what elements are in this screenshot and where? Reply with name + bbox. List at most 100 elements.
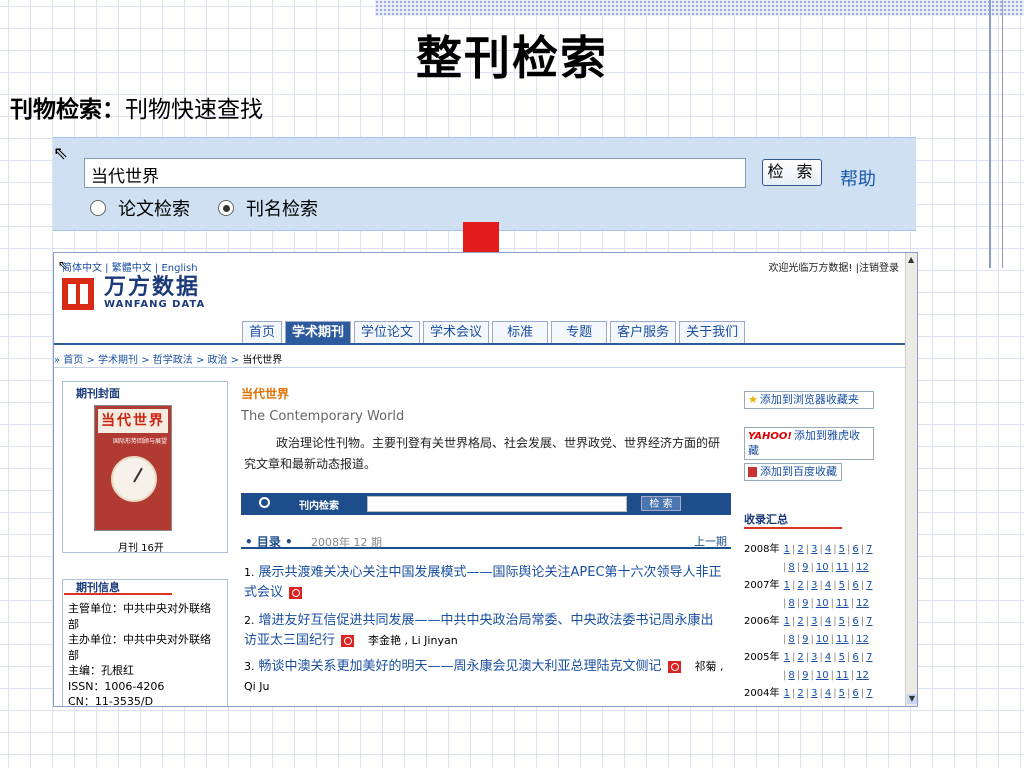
issue-link[interactable]: 3 bbox=[811, 544, 817, 555]
journal-cover-image[interactable]: 当代世界 国际形势回顾与展望 bbox=[94, 405, 172, 531]
issue-link[interactable]: 4 bbox=[825, 616, 831, 627]
issue-link[interactable]: 7 bbox=[866, 652, 872, 663]
issue-link[interactable]: 9 bbox=[802, 562, 808, 573]
issue-link[interactable]: 6 bbox=[852, 580, 858, 591]
inner-search-button[interactable]: 检 索 bbox=[641, 496, 681, 511]
article-item[interactable]: 3. 畅谈中澳关系更加美好的明天——周永康会见澳大利亚总理陆克文侧记 祁菊 , Qi… bbox=[244, 657, 724, 697]
issue-link[interactable]: 12 bbox=[856, 634, 869, 645]
issue-link[interactable]: 10 bbox=[816, 598, 829, 609]
issue-link[interactable]: 11 bbox=[836, 634, 849, 645]
issue-link[interactable]: 11 bbox=[836, 670, 849, 681]
issue-link[interactable]: 1 bbox=[784, 580, 790, 591]
year-row: 2008年 1 | 2 | 3 | 4 | 5 | 6 | 7 bbox=[744, 544, 873, 555]
search-button[interactable]: 检 索 bbox=[762, 159, 822, 186]
issue-link[interactable]: 2 bbox=[797, 544, 803, 555]
issue-link[interactable]: 4 bbox=[825, 580, 831, 591]
nav-tab-about[interactable]: 关于我们 bbox=[679, 321, 746, 343]
issue-link[interactable]: 3 bbox=[811, 652, 817, 663]
journal-title: 当代世界 bbox=[241, 387, 290, 401]
add-baidu-favorite[interactable]: 添加到百度收藏 bbox=[744, 463, 842, 481]
issue-link[interactable]: 2 bbox=[797, 616, 803, 627]
nav-tab-home[interactable]: 首页 bbox=[242, 321, 283, 343]
year-label: 2006年 bbox=[744, 616, 780, 627]
radio-journal-search[interactable]: 刊名检索 bbox=[218, 195, 318, 221]
wanfang-logo[interactable]: 万方数据 WANFANG DATA bbox=[62, 277, 205, 310]
pdf-icon[interactable] bbox=[289, 586, 303, 599]
year-label: 2005年 bbox=[744, 652, 780, 663]
vertical-scrollbar[interactable]: ▲ ▼ bbox=[905, 253, 917, 706]
issue-link[interactable]: 2 bbox=[797, 580, 803, 591]
issue-link[interactable]: 6 bbox=[852, 688, 858, 699]
issue-link[interactable]: 9 bbox=[802, 634, 808, 645]
issue-link[interactable]: 7 bbox=[866, 688, 872, 699]
issue-link[interactable]: 10 bbox=[816, 562, 829, 573]
issue-link[interactable]: 7 bbox=[866, 580, 872, 591]
issue-link[interactable]: 3 bbox=[811, 580, 817, 591]
issue-link[interactable]: 4 bbox=[825, 688, 831, 699]
issue-link[interactable]: 5 bbox=[839, 688, 845, 699]
nav-tab-conferences[interactable]: 学术会议 bbox=[423, 321, 490, 343]
issue-link[interactable]: 6 bbox=[852, 652, 858, 663]
issue-link[interactable]: 6 bbox=[852, 544, 858, 555]
article-item[interactable]: 1. 展示共渡难关决心关注中国发展模式——国际舆论关注APEC第十六次领导人非正式… bbox=[244, 563, 724, 603]
prev-issue-link[interactable]: 上一期 bbox=[694, 533, 727, 549]
nav-tab-theses[interactable]: 学位论文 bbox=[354, 321, 421, 343]
issue-link[interactable]: 1 bbox=[784, 688, 790, 699]
issue-link[interactable]: 4 bbox=[825, 544, 831, 555]
issue-link[interactable]: 12 bbox=[856, 562, 869, 573]
issue-link[interactable]: 7 bbox=[866, 544, 872, 555]
pdf-icon[interactable] bbox=[341, 634, 355, 647]
issue-link[interactable]: 1 bbox=[784, 544, 790, 555]
issue-link[interactable]: 8 bbox=[788, 670, 794, 681]
issue-link[interactable]: 11 bbox=[836, 562, 849, 573]
issue-link[interactable]: 8 bbox=[788, 598, 794, 609]
article-title-link[interactable]: 展示共渡难关决心关注中国发展模式——国际舆论关注APEC第十六次领导人非正式会议 bbox=[244, 565, 722, 600]
issue-link[interactable]: 5 bbox=[839, 616, 845, 627]
issue-link[interactable]: 9 bbox=[802, 598, 808, 609]
issue-link[interactable]: 5 bbox=[839, 580, 845, 591]
issue-link[interactable]: 3 bbox=[811, 616, 817, 627]
scroll-up-icon[interactable]: ▲ bbox=[908, 255, 914, 264]
article-title-link[interactable]: 畅谈中澳关系更加美好的明天——周永康会见澳大利亚总理陆克文侧记 bbox=[259, 659, 662, 674]
radio-circle-selected[interactable] bbox=[218, 200, 234, 216]
radio-article-search[interactable]: 论文检索 bbox=[90, 195, 190, 221]
journal-search-input[interactable]: 当代世界 bbox=[84, 158, 746, 188]
radio-circle[interactable] bbox=[90, 200, 106, 216]
issue-link[interactable]: 2 bbox=[797, 652, 803, 663]
issue-link[interactable]: 4 bbox=[825, 652, 831, 663]
issue-link[interactable]: 1 bbox=[784, 616, 790, 627]
breadcrumb-links[interactable]: » 首页 > 学术期刊 > 哲学政法 > 政治 > bbox=[54, 355, 242, 366]
issue-link[interactable]: 7 bbox=[866, 616, 872, 627]
issue-link[interactable]: 5 bbox=[839, 652, 845, 663]
issue-link[interactable]: 11 bbox=[836, 598, 849, 609]
issue-link[interactable]: 6 bbox=[852, 616, 858, 627]
nav-tab-standards[interactable]: 标准 bbox=[492, 321, 549, 343]
nav-tab-service[interactable]: 客户服务 bbox=[610, 321, 677, 343]
issue-link[interactable]: 5 bbox=[839, 544, 845, 555]
issue-link[interactable]: 12 bbox=[856, 670, 869, 681]
issue-link[interactable]: 12 bbox=[856, 598, 869, 609]
issue-link[interactable]: 3 bbox=[811, 688, 817, 699]
nav-tab-topics[interactable]: 专题 bbox=[551, 321, 608, 343]
inner-search-input[interactable] bbox=[367, 496, 627, 512]
issue-link[interactable]: 1 bbox=[784, 652, 790, 663]
article-author[interactable]: 李金艳 , Li Jinyan bbox=[368, 634, 458, 647]
scroll-down-icon[interactable]: ▼ bbox=[907, 694, 917, 704]
issue-link[interactable]: 9 bbox=[802, 670, 808, 681]
issue-link[interactable]: 8 bbox=[788, 634, 794, 645]
baidu-icon bbox=[748, 467, 757, 477]
nav-tab-journals[interactable]: 学术期刊 bbox=[285, 321, 352, 343]
add-yahoo-favorite[interactable]: YAHOO! 添加到雅虎收藏 bbox=[744, 427, 874, 460]
welcome-text[interactable]: 欢迎光临万方数据! |注销登录 bbox=[768, 259, 899, 274]
issue-link[interactable]: 8 bbox=[788, 562, 794, 573]
add-browser-favorite[interactable]: ★ 添加到浏览器收藏夹 bbox=[744, 391, 874, 409]
language-links[interactable]: 简体中文 | 繁體中文 | English bbox=[62, 259, 198, 274]
issue-link[interactable]: 10 bbox=[816, 634, 829, 645]
issue-link[interactable]: 10 bbox=[816, 670, 829, 681]
help-link[interactable]: 帮助 bbox=[840, 165, 876, 191]
issue-link[interactable]: 2 bbox=[797, 688, 803, 699]
pdf-icon[interactable] bbox=[667, 660, 681, 673]
info-line: ISSN：1006-4206 bbox=[68, 679, 165, 693]
article-item[interactable]: 2. 增进友好互信促进共同发展——中共中央政治局常委、中央政法委书记周永康出访亚太… bbox=[244, 611, 724, 651]
article-title-link[interactable]: 增进友好互信促进共同发展——中共中央政治局常委、中央政法委书记周永康出访亚太三国… bbox=[244, 613, 714, 648]
